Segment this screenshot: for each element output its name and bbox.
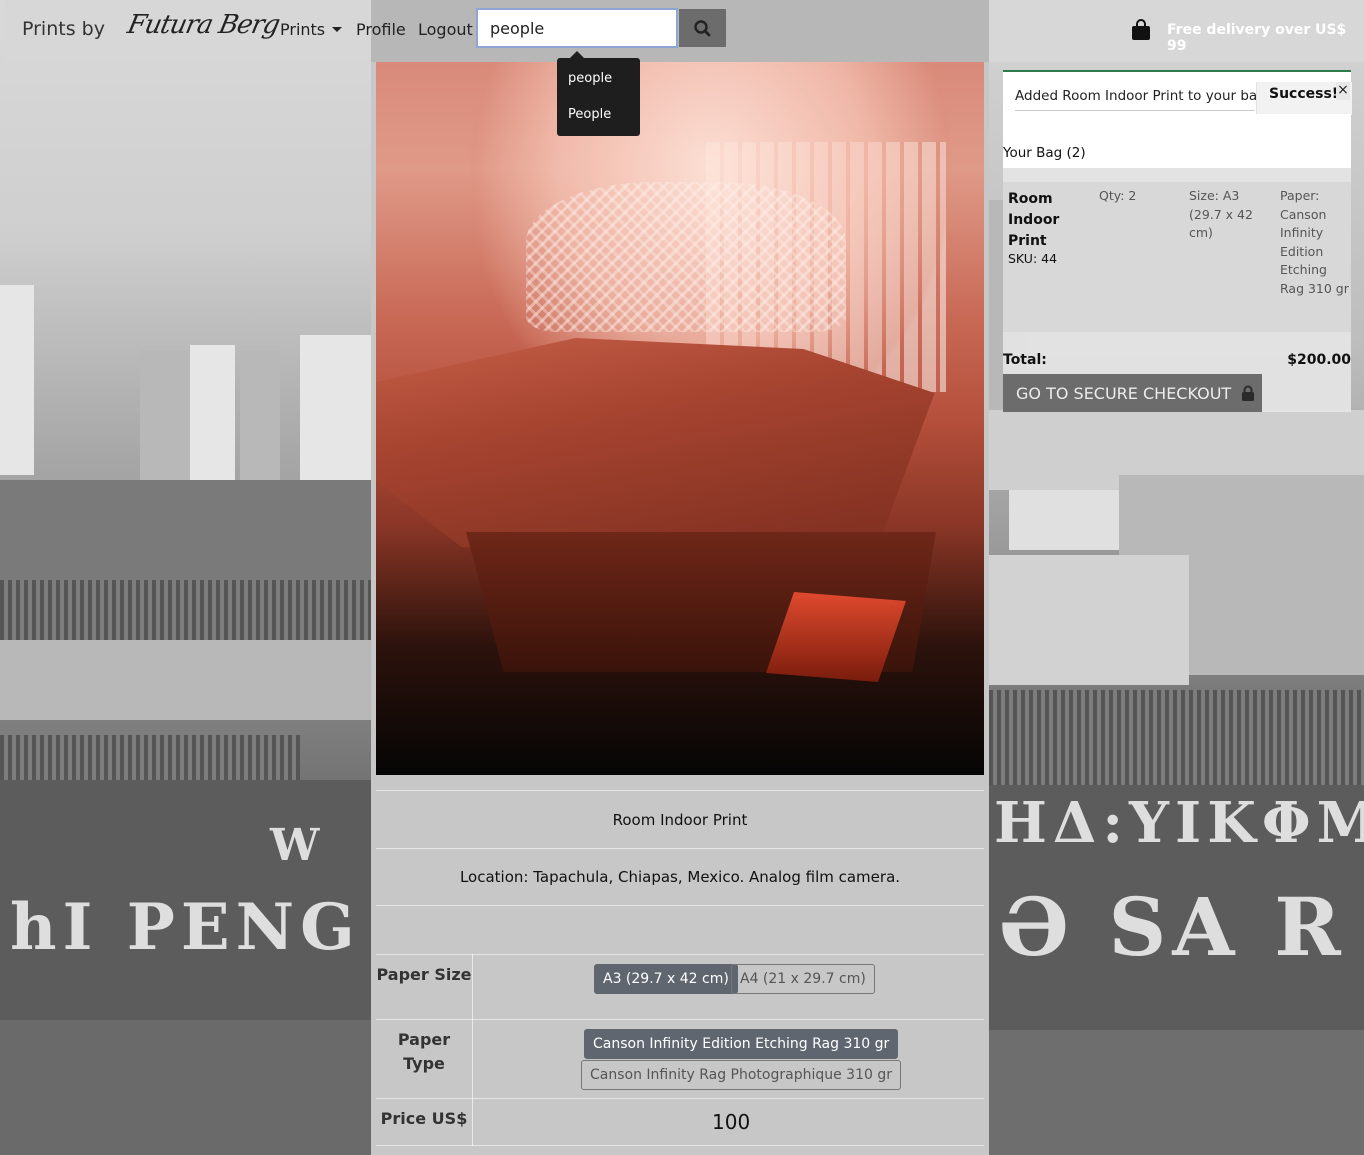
toast-header: Success! × [1256, 82, 1352, 115]
product-photo [376, 62, 984, 775]
paper-size-option-a3[interactable]: A3 (29.7 x 42 cm) [594, 964, 738, 994]
search-input[interactable] [476, 8, 678, 48]
chevron-down-icon [332, 27, 343, 32]
toast-message: Added Room Indoor Print to your bag [1015, 88, 1266, 104]
secure-checkout-button[interactable]: GO TO SECURE CHECKOUT [1003, 374, 1262, 412]
price-label: Price US$ [380, 1109, 468, 1128]
bag-line-item: Room Indoor Print SKU: 44 Qty: 2 Size: A… [1003, 182, 1351, 332]
free-delivery-banner: Free delivery over US$ 99 [1167, 22, 1347, 54]
search-suggestion-item[interactable]: People [568, 107, 611, 122]
bag-item-size: Size: A3 (29.7 x 42 cm) [1189, 188, 1253, 240]
divider [376, 790, 984, 791]
bag-heading: Your Bag (2) [1003, 145, 1086, 161]
search-button[interactable] [679, 9, 726, 47]
brand-text[interactable]: Prints by [22, 18, 105, 40]
paper-type-option-rag-photographique[interactable]: Canson Infinity Rag Photographique 310 g… [581, 1060, 901, 1090]
nav-link-prints[interactable]: Prints [280, 20, 343, 39]
search-suggestions-dropdown: people People [557, 51, 640, 136]
options-table-top-border [376, 954, 984, 955]
bag-item-qty: Qty: 2 [1099, 188, 1137, 203]
paper-type-option-etching-rag[interactable]: Canson Infinity Edition Etching Rag 310 … [584, 1029, 899, 1059]
bag-total-value: $200.00 [1287, 352, 1351, 368]
paper-size-label: Paper Size [376, 965, 472, 984]
nav-link-prints-label: Prints [280, 20, 326, 39]
background-photo-left: hI PENG W [0, 0, 371, 1155]
bag-header: Your Bag (2) [1003, 114, 1351, 168]
divider [376, 1145, 984, 1146]
bag-total-label: Total: [1003, 352, 1047, 368]
bag-item-name: Room Indoor Print [1008, 191, 1060, 249]
nav-link-profile[interactable]: Profile [356, 20, 406, 39]
paper-size-option-a4[interactable]: A4 (21 x 29.7 cm) [731, 964, 875, 994]
paper-type-label: Paper Type [397, 1030, 451, 1073]
options-table-column-divider [472, 954, 473, 1146]
divider [376, 905, 984, 906]
search-suggestion-item[interactable]: people [568, 71, 612, 86]
shopping-bag-icon[interactable] [1131, 19, 1151, 41]
product-description: Location: Tapachula, Chiapas, Mexico. An… [459, 868, 901, 886]
bag-item-sku: SKU: 44 [1008, 251, 1058, 266]
search-icon [694, 20, 711, 37]
checkout-label: GO TO SECURE CHECKOUT [1016, 383, 1232, 403]
success-toast: Added Room Indoor Print to your bag Succ… [1003, 70, 1352, 116]
product-title: Room Indoor Print [612, 811, 748, 829]
close-icon[interactable]: × [1336, 82, 1350, 100]
lock-icon [1242, 385, 1255, 401]
bag-summary: Your Bag (2) Room Indoor Print SKU: 44 Q… [1003, 114, 1351, 412]
toast-title: Success! [1269, 86, 1339, 102]
bag-item-paper: Paper: Canson Infinity Edition Etching R… [1280, 188, 1349, 296]
brand-signature-logo[interactable]: Futura Berg [125, 10, 282, 40]
price-value: 100 [712, 1110, 751, 1134]
divider [376, 848, 984, 849]
nav-link-logout[interactable]: Logout [418, 20, 473, 39]
divider [376, 1098, 984, 1099]
divider [376, 1019, 984, 1020]
navbar: Prints by Futura Berg Prints Profile Log… [0, 0, 1364, 62]
